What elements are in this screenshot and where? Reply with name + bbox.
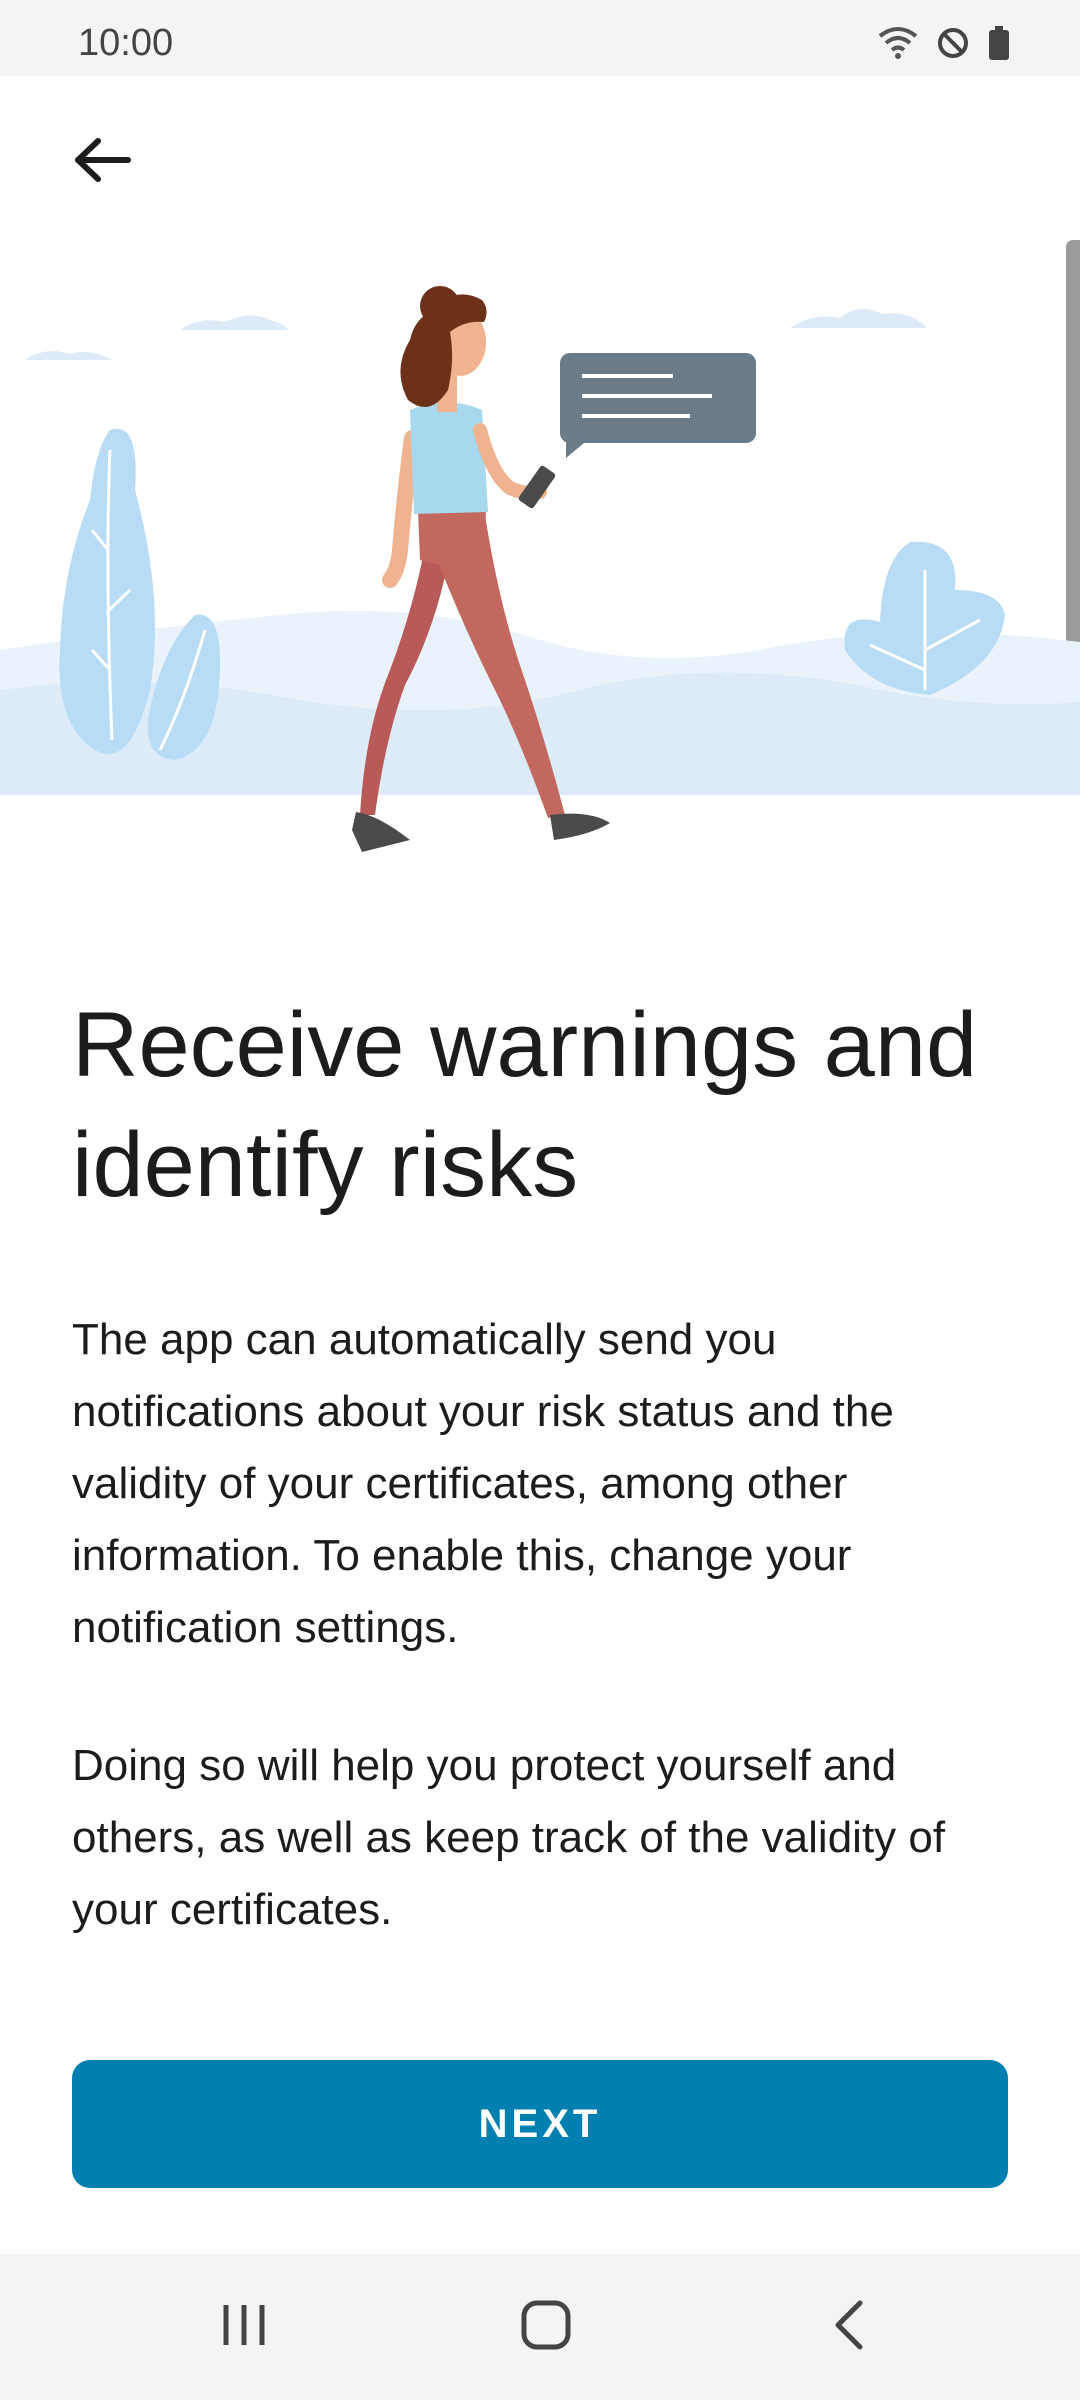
next-button[interactable]: NEXT (72, 2060, 1008, 2188)
battery-icon (988, 26, 1010, 60)
status-time: 10:00 (78, 22, 174, 64)
cloud (790, 308, 926, 328)
page-title: Receive warnings and identify risks (72, 994, 978, 1216)
hero-illustration (0, 270, 1080, 870)
cloud (25, 351, 112, 360)
home-button[interactable] (476, 2254, 616, 2400)
home-icon (520, 2299, 572, 2356)
system-back-icon (830, 2299, 866, 2356)
back-button[interactable] (52, 122, 152, 202)
description-paragraph-secondary: Doing so will help you protect yourself … (72, 1741, 946, 1934)
status-icons (878, 26, 1010, 60)
system-navigation-bar (0, 2254, 1080, 2400)
status-bar: 10:00 (0, 0, 1080, 76)
recents-icon (219, 2303, 269, 2352)
wifi-icon (878, 26, 918, 60)
do-not-disturb-icon (936, 26, 970, 60)
cloud (180, 315, 288, 330)
description-paragraph: The app can automatically send you notif… (72, 1315, 894, 1652)
recents-button[interactable] (174, 2254, 314, 2400)
speech-bubble (560, 353, 756, 458)
system-back-button[interactable] (778, 2254, 918, 2400)
arrow-left-icon (72, 137, 132, 188)
